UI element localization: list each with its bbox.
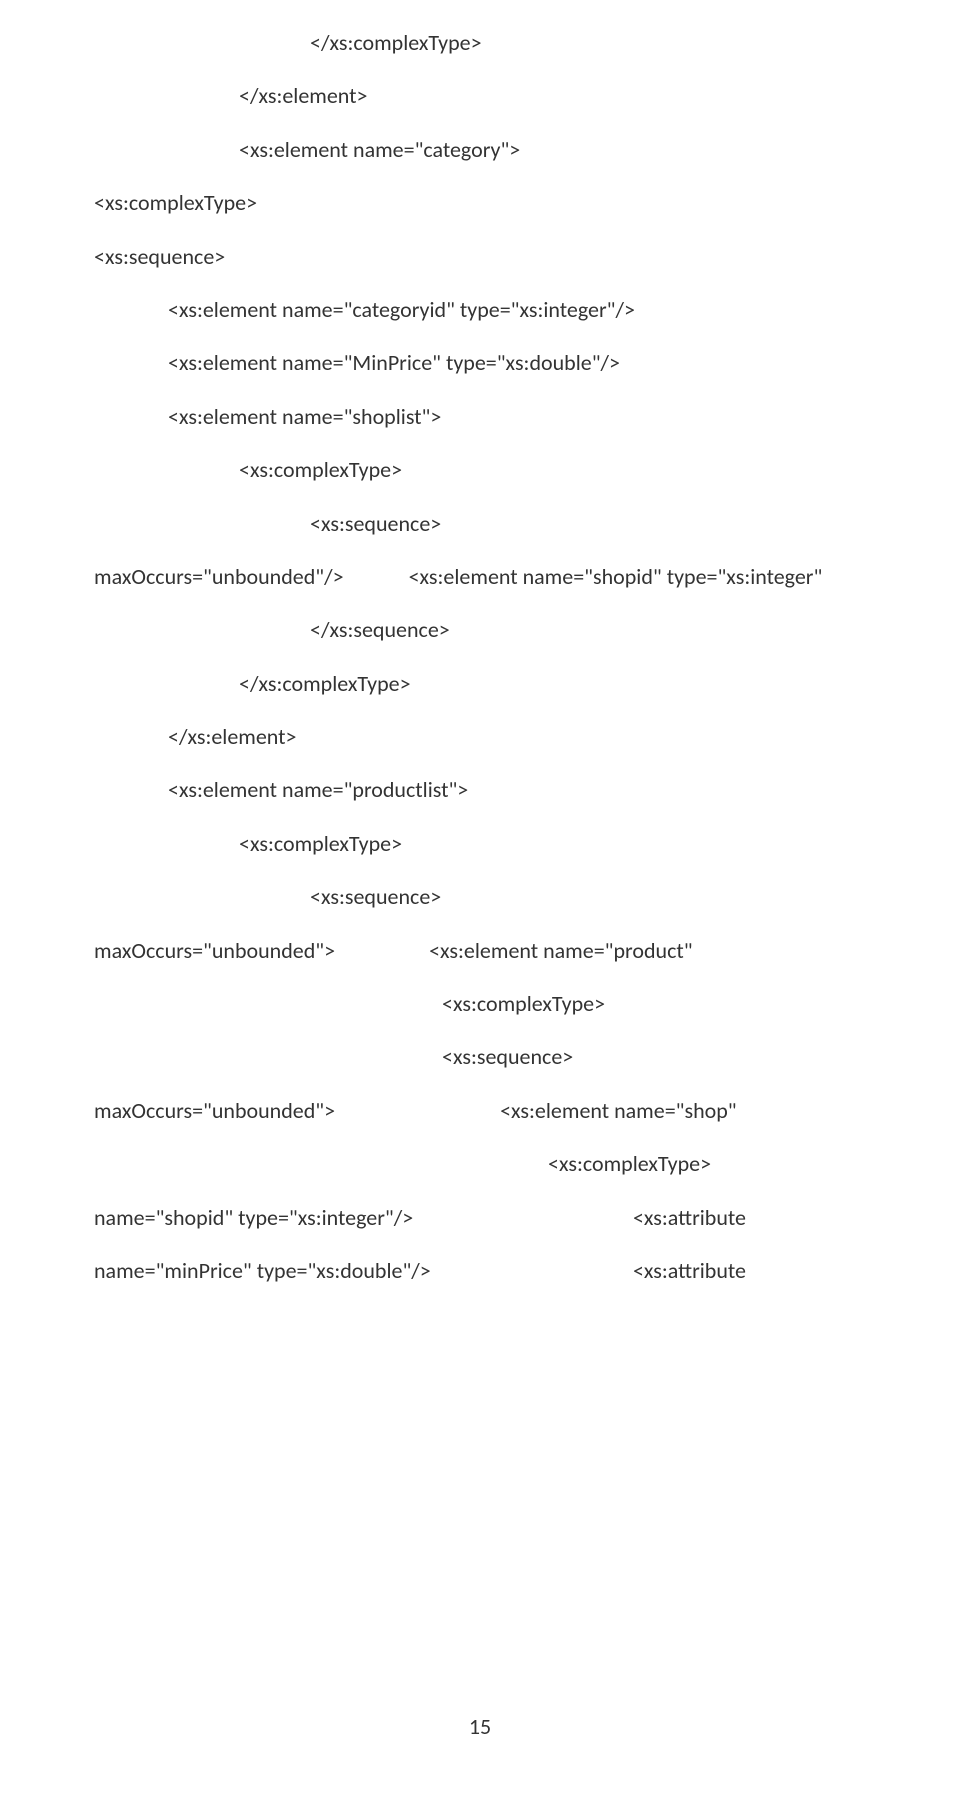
code-line: </xs:complexType> [239, 671, 866, 697]
code-fragment: maxOccurs="unbounded"> [94, 938, 335, 964]
code-line: </xs:element> [168, 724, 866, 750]
code-line: <xs:element name="productlist"> [168, 777, 866, 803]
code-line: <xs:complexType> [239, 457, 866, 483]
code-line: <xs:element name="categoryid" type="xs:i… [168, 297, 866, 323]
page-number: 15 [0, 1713, 960, 1740]
code-line: <xs:sequence> [442, 1044, 866, 1070]
code-line: </xs:element> [239, 83, 866, 109]
document-page: </xs:complexType> </xs:element> <xs:elem… [0, 0, 960, 1760]
code-line: <xs:sequence> [310, 511, 866, 537]
code-fragment: name="shopid" type="xs:integer"/> [94, 1205, 413, 1231]
code-fragment: <xs:element name="product" [429, 938, 692, 964]
code-line: name="shopid" type="xs:integer"/> <xs:at… [94, 1205, 866, 1231]
code-line: <xs:complexType> [239, 831, 866, 857]
code-fragment: <xs:attribute [633, 1258, 746, 1284]
code-line: maxOccurs="unbounded"> <xs:element name=… [94, 1098, 866, 1124]
code-line: <xs:element name="shoplist"> [168, 404, 866, 430]
code-line: <xs:sequence> [310, 884, 866, 910]
code-line: <xs:element name="MinPrice" type="xs:dou… [168, 350, 866, 376]
code-fragment: <xs:attribute [633, 1205, 746, 1231]
code-fragment: maxOccurs="unbounded"> [94, 1098, 335, 1124]
code-line: <xs:complexType> [94, 190, 866, 216]
code-line: maxOccurs="unbounded"> <xs:element name=… [94, 938, 866, 964]
code-line: <xs:complexType> [548, 1151, 866, 1177]
code-fragment: <xs:element name="shop" [500, 1098, 737, 1124]
code-line: name="minPrice" type="xs:double"/> <xs:a… [94, 1258, 866, 1284]
code-line: <xs:sequence> [94, 244, 866, 270]
code-line: maxOccurs="unbounded"/> <xs:element name… [94, 564, 866, 590]
code-line: </xs:complexType> [310, 30, 866, 56]
code-line: <xs:element name="category"> [239, 137, 866, 163]
code-fragment: <xs:element name="shopid" type="xs:integ… [409, 564, 866, 590]
code-fragment: maxOccurs="unbounded"/> [94, 564, 344, 590]
code-line: <xs:complexType> [442, 991, 866, 1017]
code-fragment: name="minPrice" type="xs:double"/> [94, 1258, 431, 1284]
code-line: </xs:sequence> [310, 617, 866, 643]
